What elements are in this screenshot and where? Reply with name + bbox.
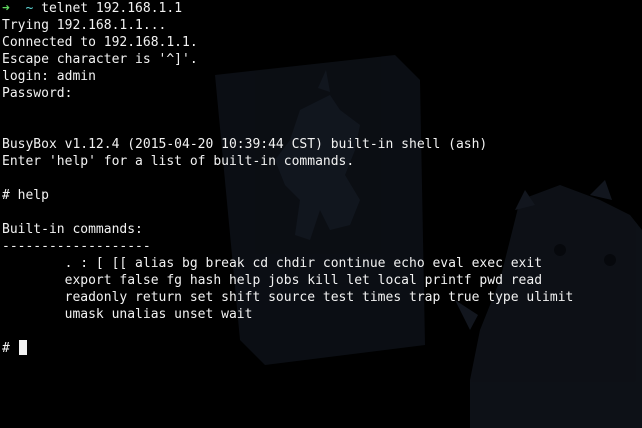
output-line: Built-in commands: [2,222,143,237]
output-line: Escape character is '^]'. [2,52,198,67]
output-line: BusyBox v1.12.4 (2015-04-20 10:39:44 CST… [2,137,488,152]
output-line: Enter 'help' for a list of built-in comm… [2,154,355,169]
prompt-directory: ~ [25,1,34,16]
terminal-window[interactable]: ➜ ~ telnet 192.168.1.1 Trying 192.168.1.… [0,0,642,428]
terminal-output: ➜ ~ telnet 192.168.1.1 Trying 192.168.1.… [2,0,573,357]
output-line: # help [2,188,49,203]
command-line: ➜ ~ telnet 192.168.1.1 [2,0,573,17]
shell-prompt: # [2,341,18,356]
output-line: . : [ [[ alias bg break cd chdir continu… [2,256,543,271]
output-line: ------------------- [2,239,151,254]
output-line: umask unalias unset wait [2,307,253,322]
output-line: Trying 192.168.1.1... [2,18,167,33]
prompt-arrow-icon: ➜ [2,1,10,16]
output-line: Connected to 192.168.1.1. [2,35,198,50]
output-line: readonly return set shift source test ti… [2,290,574,305]
input-line[interactable]: # [2,340,573,357]
text-cursor [18,340,27,355]
output-line: export false fg hash help jobs kill let … [2,273,543,288]
output-line: login: admin [2,69,96,84]
command-text: telnet 192.168.1.1 [41,1,183,16]
output-line: Password: [2,86,73,101]
